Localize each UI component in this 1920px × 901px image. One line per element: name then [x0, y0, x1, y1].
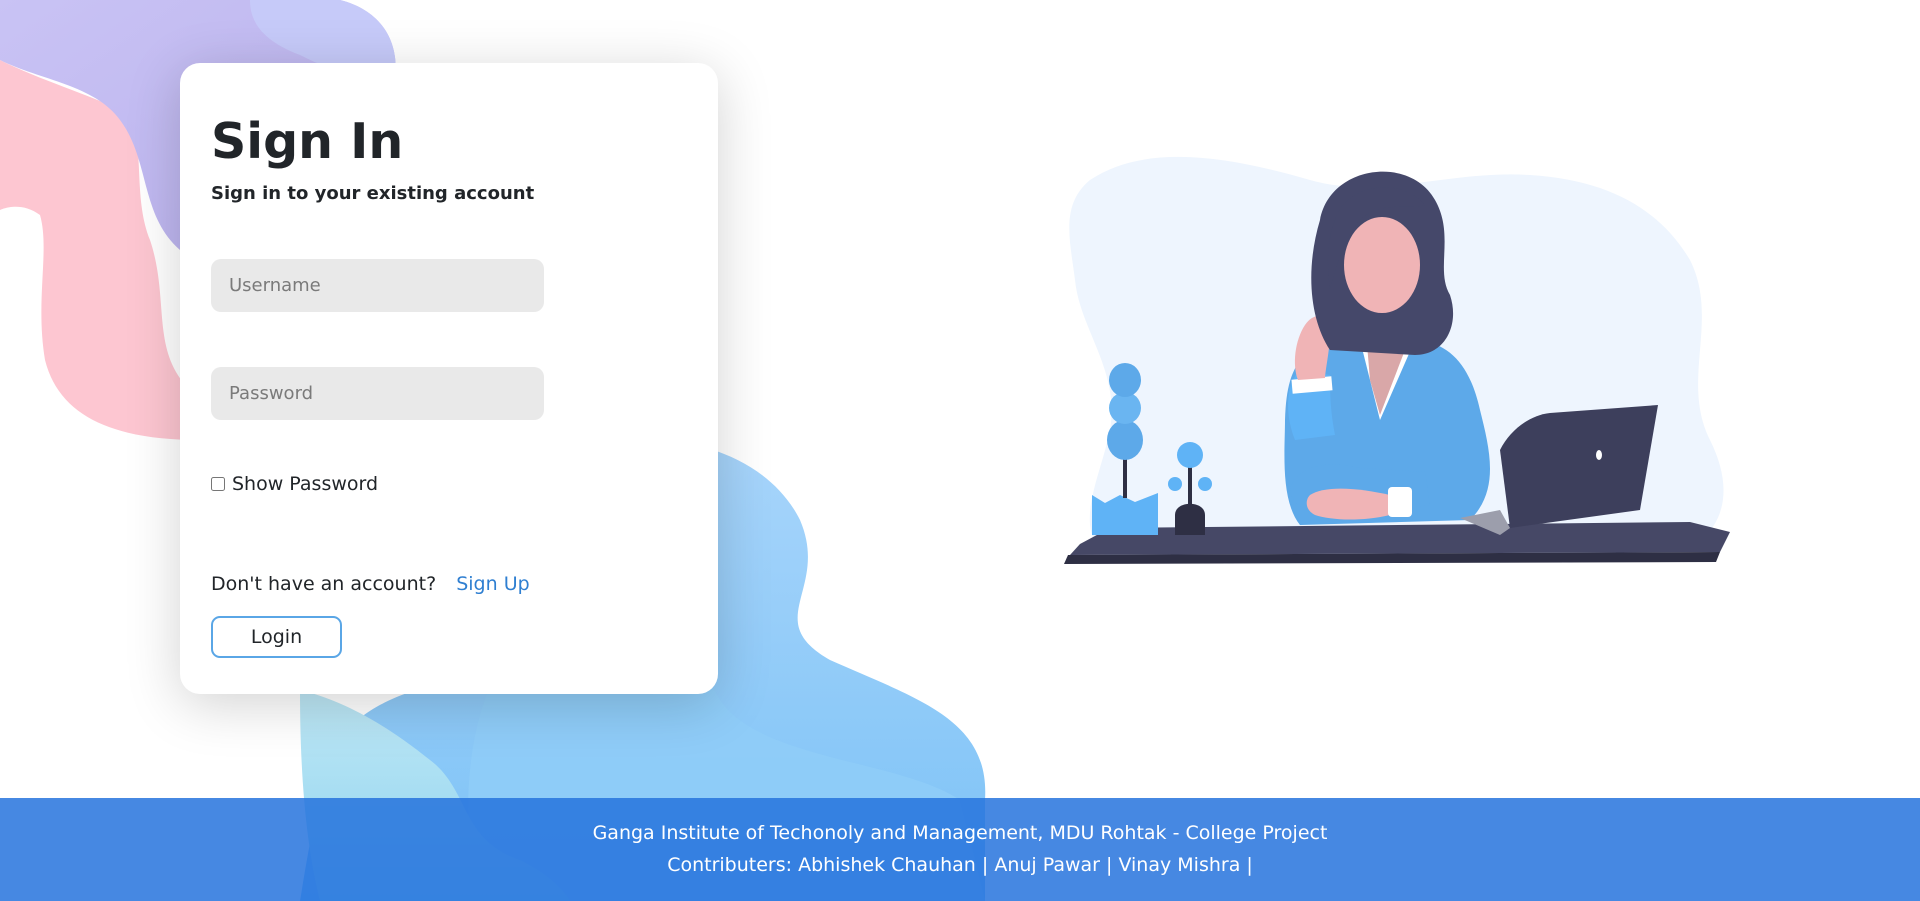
- woman-hand-desk: [1306, 488, 1390, 520]
- small-pot: [1175, 503, 1205, 535]
- signup-row: Don't have an account? Sign Up: [211, 573, 530, 595]
- page-title: Sign In: [211, 113, 404, 170]
- signup-link[interactable]: Sign Up: [456, 573, 529, 595]
- woman-with-laptop-illustration: [1064, 156, 1730, 564]
- show-password-label: Show Password: [232, 473, 379, 495]
- small-leaf: [1177, 442, 1203, 468]
- small-leaf: [1168, 477, 1182, 491]
- login-button[interactable]: Login: [211, 616, 342, 658]
- signin-card: Sign In Sign in to your existing account…: [180, 63, 718, 694]
- woman-face: [1344, 217, 1420, 313]
- password-input[interactable]: [211, 367, 544, 420]
- no-account-text: Don't have an account?: [211, 573, 437, 595]
- plant-leaf: [1107, 420, 1143, 460]
- laptop-screen: [1500, 405, 1658, 528]
- show-password-toggle[interactable]: Show Password: [211, 473, 378, 495]
- page: Sign In Sign in to your existing account…: [0, 0, 1920, 901]
- laptop-logo: [1596, 450, 1602, 460]
- footer-institute: Ganga Institute of Techonoly and Managem…: [592, 822, 1328, 844]
- footer-contributors: Contributers: Abhishek Chauhan | Anuj Pa…: [667, 854, 1253, 876]
- footer: Ganga Institute of Techonoly and Managem…: [0, 798, 1920, 901]
- plant-leaf: [1109, 363, 1141, 397]
- show-password-checkbox[interactable]: [211, 477, 225, 491]
- small-leaf: [1198, 477, 1212, 491]
- page-subtitle: Sign in to your existing account: [211, 183, 535, 204]
- woman-lower-cuff: [1388, 487, 1412, 517]
- username-input[interactable]: [211, 259, 544, 312]
